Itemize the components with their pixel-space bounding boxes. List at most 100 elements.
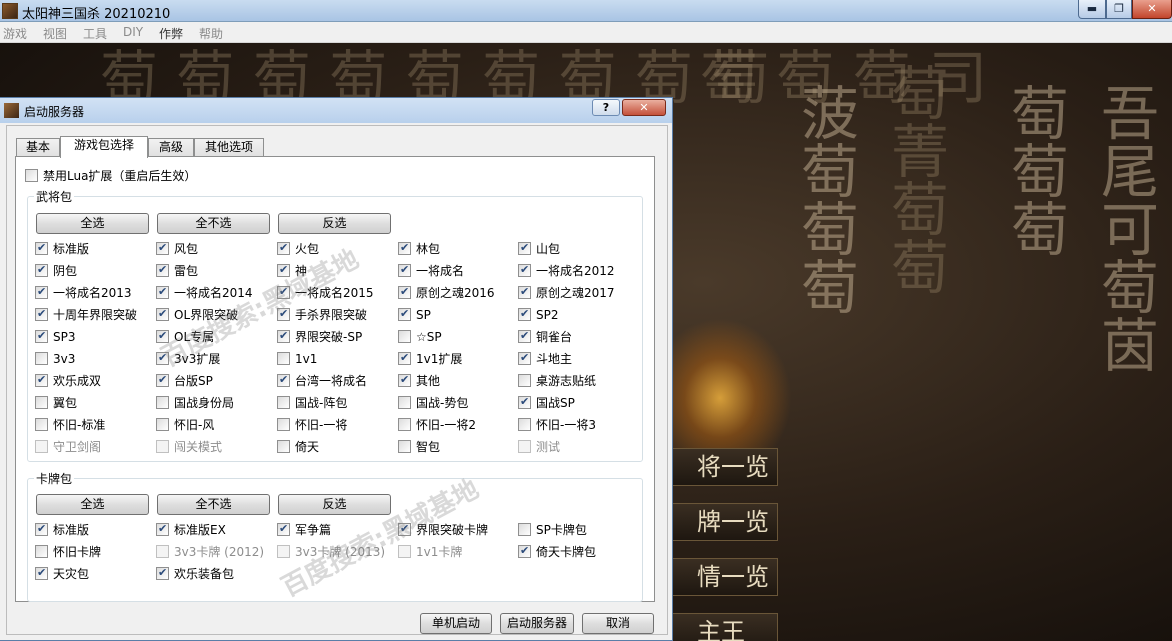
checkbox-box (398, 522, 411, 536)
checkbox-box (156, 396, 169, 409)
checkbox-box (518, 395, 531, 409)
checkbox-box (518, 263, 531, 277)
checkbox-box (398, 241, 411, 255)
lobby-button-scenarios[interactable]: 情一览 (668, 558, 778, 596)
menu-tools[interactable]: 工具 (83, 25, 107, 42)
general-invert-button[interactable]: 反选 (278, 213, 391, 234)
menu-game[interactable]: 游戏 (3, 25, 27, 42)
tab-other-options[interactable]: 其他选项 (194, 138, 264, 157)
checkbox-label: SP (416, 308, 431, 322)
checkbox-box (156, 373, 169, 387)
checkbox-box (156, 263, 169, 277)
lobby-button-extra[interactable]: 主王 (668, 613, 778, 641)
checkbox-label: 斗地主 (536, 352, 573, 366)
checkbox-box (277, 352, 290, 365)
checkbox-label: 1v1扩展 (416, 352, 463, 366)
checkbox-label: 一将成名2014 (174, 286, 253, 300)
checkbox-label: OL界限突破 (174, 308, 239, 322)
checkbox-label: 原创之魂2016 (416, 286, 495, 300)
dialog-icon (4, 103, 19, 118)
checkbox-label: 火包 (295, 242, 320, 256)
start-server-button[interactable]: 启动服务器 (500, 613, 574, 634)
lobby-button-generals[interactable]: 将一览 (668, 448, 778, 486)
checkbox-box (398, 418, 411, 431)
maximize-button[interactable]: ❐ (1106, 0, 1132, 19)
checkbox-box (518, 307, 531, 321)
checkbox-box (35, 285, 48, 299)
checkbox-label: 怀旧-一将 (295, 418, 348, 432)
tab-package-select[interactable]: 游戏包选择 (60, 136, 148, 158)
close-button[interactable]: ✕ (1132, 0, 1172, 19)
checkbox-box (35, 396, 48, 409)
checkbox-box (277, 241, 290, 255)
checkbox-label: 原创之魂2017 (536, 286, 615, 300)
checkbox-box (35, 263, 48, 277)
checkbox-label: 台湾一将成名 (295, 374, 368, 388)
checkbox-label: OL专属 (174, 330, 215, 344)
checkbox-box (277, 307, 290, 321)
checkbox-box (35, 307, 48, 321)
tab-basic[interactable]: 基本 (16, 138, 60, 157)
checkbox-label: 一将成名 (416, 264, 465, 278)
cancel-button[interactable]: 取消 (582, 613, 654, 634)
checkbox-label: 1v1卡牌 (416, 545, 463, 559)
checkbox-box (35, 418, 48, 431)
single-player-start-button[interactable]: 单机启动 (420, 613, 492, 634)
dialog-close-button[interactable]: ✕ (622, 99, 666, 116)
checkbox-label: 国战身份局 (174, 396, 235, 410)
menu-view[interactable]: 视图 (43, 25, 67, 42)
checkbox-label: 欢乐成双 (53, 374, 102, 388)
checkbox-label: SP3 (53, 330, 76, 344)
checkbox-label: 山包 (536, 242, 561, 256)
checkbox-box (35, 440, 48, 453)
checkbox-box (398, 263, 411, 277)
checkbox-label: 1v1 (295, 352, 318, 366)
card-select-all-button[interactable]: 全选 (36, 494, 149, 515)
minimize-button[interactable]: ▬ (1078, 0, 1106, 19)
checkbox-label: 怀旧-一将3 (536, 418, 596, 432)
card-invert-button[interactable]: 反选 (278, 494, 391, 515)
checkbox-box (35, 545, 48, 558)
card-package-group-title: 卡牌包 (34, 470, 75, 487)
tab-advanced[interactable]: 高级 (148, 138, 194, 157)
menu-cheat[interactable]: 作弊 (159, 25, 183, 42)
menu-help[interactable]: 帮助 (199, 25, 223, 42)
checkbox-label: 一将成名2013 (53, 286, 132, 300)
checkbox-box (398, 330, 411, 343)
checkbox-label: 手杀界限突破 (295, 308, 368, 322)
checkbox-box (156, 285, 169, 299)
checkbox-label: 界限突破-SP (295, 330, 363, 344)
checkbox-label: 倚天 (295, 440, 320, 454)
checkbox-box (398, 373, 411, 387)
general-select-all-button[interactable]: 全选 (36, 213, 149, 234)
help-button[interactable]: ? (592, 99, 620, 116)
checkbox-box (398, 440, 411, 453)
general-select-none-button[interactable]: 全不选 (157, 213, 270, 234)
checkbox-label: 阴包 (53, 264, 78, 278)
checkbox-box (398, 396, 411, 409)
checkbox-label: 3v3扩展 (174, 352, 221, 366)
checkbox-box (277, 373, 290, 387)
checkbox-label: 标准版 (53, 242, 90, 256)
checkbox-box (518, 241, 531, 255)
checkbox-label: 怀旧卡牌 (53, 545, 102, 559)
checkbox-label: ☆SP (416, 330, 442, 344)
menu-diy[interactable]: DIY (123, 25, 143, 39)
checkbox-box (25, 169, 38, 182)
checkbox-label: 国战-阵包 (295, 396, 348, 410)
dialog-title-bar: 启动服务器 ? ✕ (0, 98, 672, 123)
checkbox-label: 怀旧-标准 (53, 418, 106, 432)
checkbox-box (156, 418, 169, 431)
checkbox-label: 守卫剑阁 (53, 440, 102, 454)
checkbox-label: 桌游志贴纸 (536, 374, 597, 388)
lobby-button-cards[interactable]: 牌一览 (668, 503, 778, 541)
window-title: 太阳神三国杀 20210210 (22, 7, 171, 22)
main-title-bar: 太阳神三国杀 20210210 ▬ ❐ ✕ (0, 0, 1172, 22)
checkbox-box (277, 263, 290, 277)
checkbox-label: 雷包 (174, 264, 199, 278)
app-icon (2, 3, 18, 19)
card-select-none-button[interactable]: 全不选 (157, 494, 270, 515)
checkbox-box (277, 418, 290, 431)
checkbox-label: 其他 (416, 374, 441, 388)
checkbox-label: 一将成名2015 (295, 286, 374, 300)
